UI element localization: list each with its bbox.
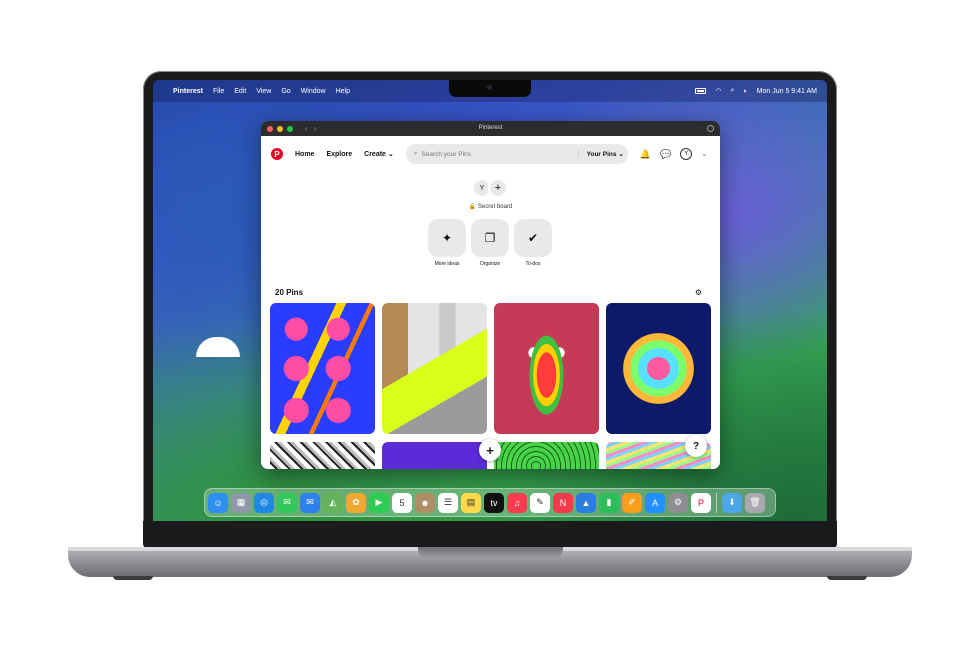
more-ideas-label: More ideas bbox=[434, 261, 460, 267]
camera-icon bbox=[487, 85, 492, 90]
contacts-icon[interactable]: ☻ bbox=[415, 492, 435, 513]
trash-icon[interactable]: 🗑 bbox=[745, 492, 765, 513]
pin-card[interactable] bbox=[494, 303, 599, 434]
organize-icon[interactable]: ❐ bbox=[471, 219, 509, 257]
numbers-icon[interactable]: ▮ bbox=[599, 492, 619, 513]
notes-icon[interactable]: ▤ bbox=[461, 492, 481, 513]
add-collaborator-button[interactable]: + bbox=[488, 178, 508, 198]
pin-card[interactable] bbox=[382, 442, 487, 469]
board-collaborators: Y + bbox=[472, 178, 508, 198]
wifi-icon[interactable]: ◠ bbox=[715, 87, 721, 95]
status-menus: ◠ ⌕ ◐ Mon Jun 5 9:41 AM bbox=[695, 87, 817, 95]
pinterest-header: P Home Explore Create ⌄ ⌕ Search your Pi… bbox=[261, 136, 720, 172]
todos-label: To-dos bbox=[525, 261, 541, 267]
maps-icon[interactable]: ◭ bbox=[323, 492, 343, 513]
search-icon: ⌕ bbox=[413, 150, 418, 157]
dock: ☺ ▦ ◎ ✉ ✉ ◭ ✿ ▶ 5 ☻ ☰ ▤ tv ♫ ✎ N ▲ ▮ ✐ A ⚙ P ⬇ 🗑 bbox=[204, 488, 776, 517]
board-actions: ✦ More ideas ❐ Organize ✔ To-dos bbox=[427, 219, 553, 267]
keynote-icon[interactable]: ▲ bbox=[576, 492, 596, 513]
pinterest-logo-icon[interactable]: P bbox=[271, 148, 283, 160]
header-actions: 🔔 💬 Y ⌄ bbox=[640, 148, 707, 160]
checkmark-icon[interactable]: ✔ bbox=[514, 219, 552, 257]
notifications-bell-icon[interactable]: 🔔 bbox=[640, 149, 651, 160]
pin-card[interactable] bbox=[382, 303, 487, 434]
search-bar[interactable]: ⌕ Search your Pins Your Pins ⌄ bbox=[405, 144, 628, 164]
music-icon[interactable]: ♫ bbox=[507, 492, 527, 513]
spotlight-search-icon[interactable]: ⌕ bbox=[731, 87, 735, 95]
macbook-scene: Pinterest File Edit View Go Window Help … bbox=[0, 0, 980, 653]
pinterest-window: ‹ › Pinterest P Home Explore Create ⌄ ⌕ … bbox=[261, 121, 720, 469]
sparkle-icon[interactable]: ✦ bbox=[428, 219, 466, 257]
search-scope-dropdown[interactable]: Your Pins ⌄ bbox=[577, 150, 624, 158]
freeform-icon[interactable]: ✎ bbox=[530, 492, 550, 513]
lock-icon: 🔒 bbox=[468, 204, 477, 210]
control-center-icon[interactable]: ◐ bbox=[743, 88, 747, 95]
menu-edit[interactable]: Edit bbox=[234, 88, 246, 95]
pin-card[interactable] bbox=[270, 303, 375, 434]
board-content: Y + 🔒 Secret board ✦ More ideas ❐ Organi… bbox=[261, 172, 720, 469]
help-button[interactable]: ? bbox=[685, 435, 707, 457]
account-chevron-icon[interactable]: ⌄ bbox=[701, 150, 707, 158]
search-scope-label: Your Pins bbox=[586, 151, 617, 158]
finder-icon[interactable]: ☺ bbox=[208, 492, 228, 513]
window-titlebar: ‹ › Pinterest bbox=[261, 121, 720, 136]
chevron-down-icon: ⌄ bbox=[387, 151, 394, 158]
pin-card[interactable] bbox=[494, 442, 599, 469]
system-settings-icon[interactable]: ⚙ bbox=[668, 492, 688, 513]
pin-card[interactable] bbox=[270, 442, 375, 469]
menu-clock[interactable]: Mon Jun 5 9:41 AM bbox=[757, 88, 817, 95]
pin-card[interactable] bbox=[606, 303, 711, 434]
menu-file[interactable]: File bbox=[213, 88, 224, 95]
safari-icon[interactable]: ◎ bbox=[254, 492, 274, 513]
more-ideas-action[interactable]: ✦ More ideas bbox=[427, 219, 467, 267]
menu-help[interactable]: Help bbox=[336, 88, 350, 95]
organize-action[interactable]: ❐ Organize bbox=[470, 219, 510, 267]
profile-avatar[interactable]: Y bbox=[680, 148, 693, 160]
board-privacy-text: Secret board bbox=[477, 204, 513, 210]
organize-label: Organize bbox=[479, 261, 501, 267]
nav-explore[interactable]: Explore bbox=[326, 151, 352, 158]
photos-icon[interactable]: ✿ bbox=[346, 492, 366, 513]
nav-create-label: Create bbox=[364, 151, 386, 158]
pages-icon[interactable]: ✐ bbox=[622, 492, 642, 513]
secret-board-label: 🔒 Secret board bbox=[261, 203, 720, 210]
laptop-lip bbox=[418, 547, 563, 558]
menu-view[interactable]: View bbox=[256, 88, 271, 95]
search-input[interactable]: Search your Pins bbox=[421, 151, 577, 158]
pinterest-dock-icon[interactable]: P bbox=[691, 492, 711, 513]
app-store-icon[interactable]: A bbox=[645, 492, 665, 513]
news-icon[interactable]: N bbox=[553, 492, 573, 513]
downloads-folder-icon[interactable]: ⬇ bbox=[722, 492, 742, 513]
messages-icon[interactable]: ✉ bbox=[277, 492, 297, 513]
pin-count: 20 Pins bbox=[275, 288, 304, 297]
reminders-icon[interactable]: ☰ bbox=[438, 492, 458, 513]
menu-window[interactable]: Window bbox=[301, 88, 326, 95]
messages-icon[interactable]: 💬 bbox=[660, 149, 671, 160]
nav-home[interactable]: Home bbox=[295, 151, 314, 158]
laptop-chin bbox=[143, 521, 837, 549]
add-pin-button[interactable]: + bbox=[479, 439, 501, 461]
mail-icon[interactable]: ✉ bbox=[300, 492, 320, 513]
compass-icon[interactable] bbox=[707, 125, 714, 132]
nav-create[interactable]: Create ⌄ bbox=[364, 150, 394, 158]
menu-go[interactable]: Go bbox=[281, 88, 290, 95]
tv-icon[interactable]: tv bbox=[484, 492, 504, 513]
launchpad-icon[interactable]: ▦ bbox=[231, 492, 251, 513]
facetime-icon[interactable]: ▶ bbox=[369, 492, 389, 513]
laptop-foot-right bbox=[827, 576, 867, 580]
battery-icon[interactable] bbox=[695, 88, 707, 94]
todos-action[interactable]: ✔ To-dos bbox=[513, 219, 553, 267]
calendar-icon[interactable]: 5 bbox=[392, 492, 412, 513]
dock-separator bbox=[716, 492, 717, 513]
chevron-down-icon: ⌄ bbox=[618, 151, 624, 158]
window-title: Pinterest bbox=[478, 125, 503, 131]
laptop-foot-left bbox=[113, 576, 153, 580]
filter-sliders-icon[interactable]: ⚙ bbox=[695, 288, 702, 297]
app-menu[interactable]: Pinterest bbox=[173, 88, 203, 95]
